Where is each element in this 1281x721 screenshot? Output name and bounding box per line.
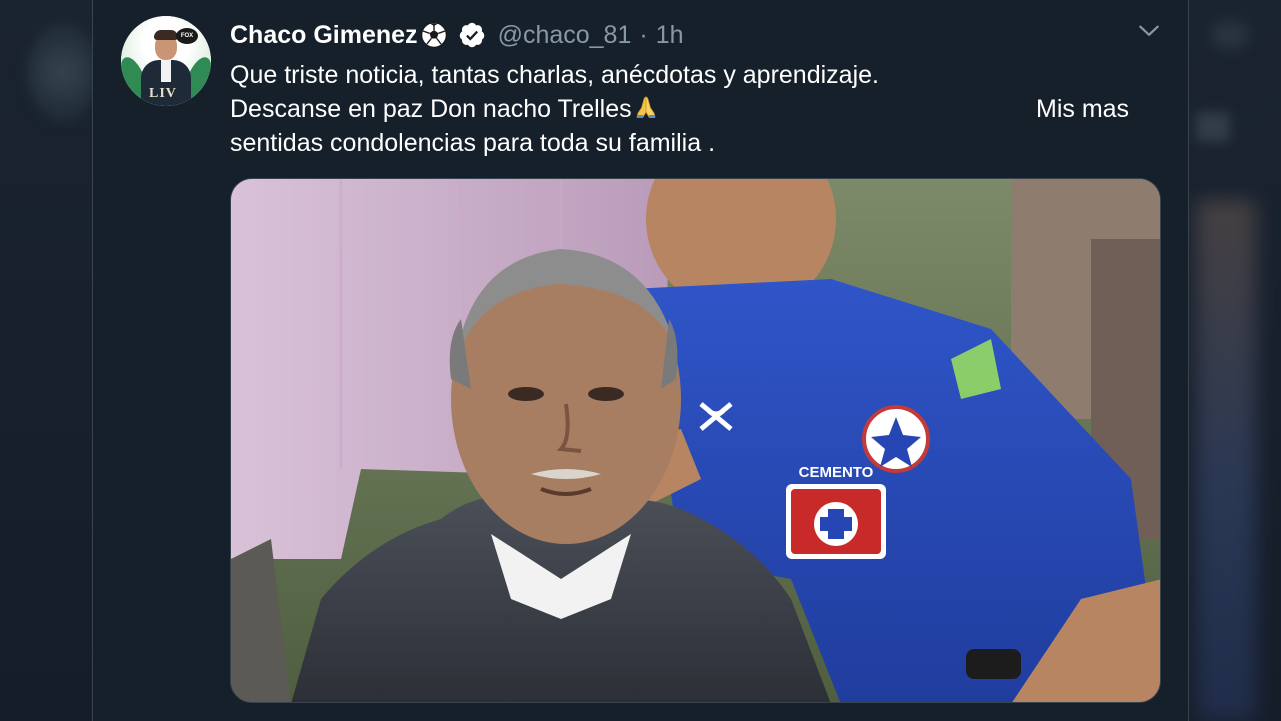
tweet-text-line: Que triste noticia, tantas charlas, anéc… bbox=[230, 61, 879, 89]
avatar-logo: FOX bbox=[176, 28, 198, 44]
chevron-down-icon[interactable] bbox=[1136, 18, 1162, 44]
verified-badge-icon bbox=[459, 22, 484, 48]
soccer-ball-icon bbox=[420, 21, 447, 49]
blurred-element bbox=[1212, 22, 1248, 48]
tweet-text-line: Descanse en paz Don nacho Trelles Mis ma… bbox=[230, 95, 1130, 123]
avatar[interactable]: FOX LIV bbox=[121, 16, 211, 106]
tweet-photo[interactable]: CEMENTO bbox=[230, 178, 1161, 703]
tweet-card[interactable]: FOX LIV Chaco Gimenez @chaco_81 · 1h Que… bbox=[92, 0, 1189, 721]
timestamp[interactable]: 1h bbox=[656, 21, 684, 50]
blurred-avatar bbox=[28, 22, 98, 122]
praying-hands-icon bbox=[636, 96, 656, 118]
tweet-header: Chaco Gimenez @chaco_81 · 1h bbox=[230, 18, 684, 52]
blurred-backdrop-left bbox=[0, 0, 98, 721]
blurred-element bbox=[1196, 112, 1230, 142]
photo-illustration: CEMENTO bbox=[231, 179, 1160, 702]
tweet-text-line: sentidas condolencias para toda su famil… bbox=[230, 129, 716, 157]
separator-dot: · bbox=[639, 20, 648, 49]
tweet-text: Que triste noticia, tantas charlas, anéc… bbox=[230, 58, 1160, 160]
author-name[interactable]: Chaco Gimenez bbox=[230, 21, 418, 50]
author-handle[interactable]: @chaco_81 bbox=[498, 21, 632, 50]
blurred-photo-strip bbox=[1196, 200, 1256, 721]
avatar-caption: LIV bbox=[149, 86, 177, 101]
jersey-text: CEMENTO bbox=[799, 464, 874, 481]
